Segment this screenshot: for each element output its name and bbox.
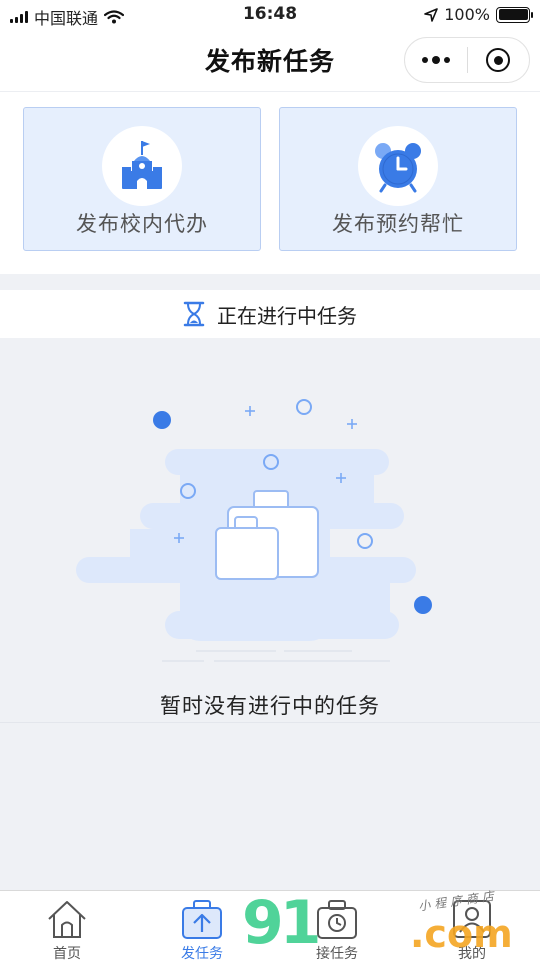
divider — [0, 722, 540, 723]
section-title: 正在进行中任务 — [217, 303, 357, 328]
in-progress-section-header: 正在进行中任务 — [0, 290, 540, 338]
status-right: 100% — [424, 5, 533, 24]
home-icon — [48, 901, 86, 938]
tab-home-label: 首页 — [53, 946, 81, 960]
briefcase-clock-icon — [317, 900, 357, 939]
tab-home[interactable]: 首页 — [27, 895, 107, 960]
tab-publish-task[interactable]: 发任务 — [162, 895, 242, 960]
tab-publish-task-label: 发任务 — [181, 946, 223, 960]
upload-bag-icon — [182, 900, 222, 939]
more-button[interactable] — [405, 38, 467, 82]
empty-state-text: 暂时没有进行中的任务 — [160, 694, 380, 718]
battery-level — [498, 9, 528, 20]
publish-campus-errand-card[interactable]: 发布校内代办 — [23, 107, 261, 251]
navigation-bar: 发布新任务 — [0, 30, 540, 92]
miniprogram-capsule — [404, 37, 530, 83]
publish-appointment-label: 发布预约帮忙 — [332, 212, 464, 236]
publish-actions: 发布校内代办 发布预约帮忙 — [0, 92, 540, 274]
hourglass-icon — [183, 301, 205, 327]
status-bar: 中国联通 16:48 100% — [0, 0, 540, 30]
tab-accept-task-label: 接任务 — [316, 946, 358, 960]
close-miniprogram-button[interactable] — [467, 38, 529, 82]
publish-appointment-card[interactable]: 发布预约帮忙 — [279, 107, 517, 251]
luggage-illustration — [76, 399, 432, 662]
school-icon — [102, 126, 182, 206]
location-arrow-icon — [424, 7, 439, 22]
tab-bar: 首页 发任务 接任务 我的 — [0, 890, 540, 960]
battery-percent: 100% — [444, 5, 490, 24]
profile-icon — [453, 900, 491, 938]
tab-accept-task[interactable]: 接任务 — [297, 895, 377, 960]
tab-profile-label: 我的 — [458, 946, 486, 960]
battery-icon — [496, 6, 533, 23]
alarm-clock-icon — [358, 126, 438, 206]
target-icon — [486, 48, 511, 72]
tab-profile[interactable]: 我的 — [432, 895, 512, 960]
publish-campus-errand-label: 发布校内代办 — [76, 212, 208, 236]
